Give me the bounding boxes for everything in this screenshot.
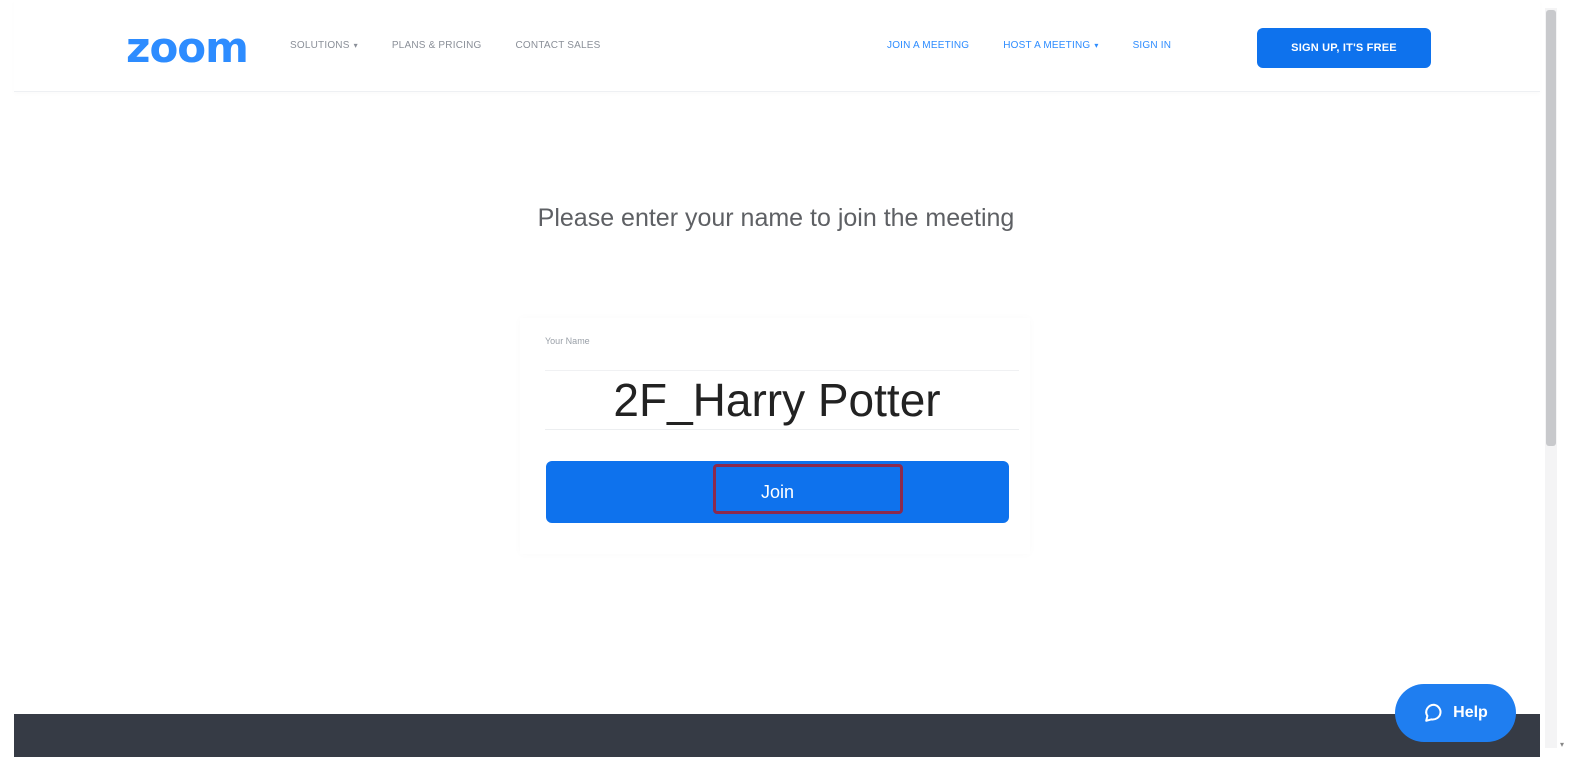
nav-sign-in-label: SIGN IN	[1132, 40, 1172, 51]
nav-right: JOIN A MEETING HOST A MEETING ▾ SIGN IN	[887, 38, 1171, 54]
nav-join-meeting[interactable]: JOIN A MEETING	[887, 38, 969, 54]
zoom-logo[interactable]: zoom	[126, 22, 249, 74]
chat-bubble-icon	[1425, 703, 1442, 722]
chevron-down-icon: ▾	[1094, 41, 1099, 50]
page-prompt: Please enter your name to join the meeti…	[537, 204, 1015, 232]
signup-button[interactable]: SIGN UP, IT'S FREE	[1257, 28, 1431, 68]
nav-solutions-label: SOLUTIONS	[290, 40, 350, 51]
chevron-down-icon: ▾	[353, 41, 358, 50]
nav-left: SOLUTIONS ▾ PLANS & PRICING CONTACT SALE…	[290, 38, 601, 54]
nav-host-meeting[interactable]: HOST A MEETING ▾	[1003, 38, 1098, 54]
nav-plans-pricing[interactable]: PLANS & PRICING	[392, 38, 482, 54]
nav-solutions[interactable]: SOLUTIONS ▾	[290, 38, 358, 54]
scrollbar-thumb[interactable]	[1546, 10, 1556, 446]
page-footer	[14, 714, 1540, 757]
join-button[interactable]: Join	[546, 461, 1009, 523]
help-button[interactable]: Help	[1395, 684, 1516, 742]
join-button-label: Join	[760, 481, 795, 502]
help-label: Help	[1453, 704, 1488, 721]
nav-host-meeting-label: HOST A MEETING	[1003, 40, 1091, 51]
nav-sign-in[interactable]: SIGN IN	[1133, 38, 1172, 54]
nav-plans-pricing-label: PLANS & PRICING	[391, 40, 482, 51]
name-field-label: Your Name	[545, 336, 590, 346]
name-input[interactable]	[545, 370, 1019, 430]
nav-contact-sales[interactable]: CONTACT SALES	[516, 38, 601, 54]
nav-contact-sales-label: CONTACT SALES	[515, 40, 601, 51]
nav-join-meeting-label: JOIN A MEETING	[887, 40, 970, 51]
scroll-down-icon[interactable]: ▾	[1560, 740, 1564, 749]
